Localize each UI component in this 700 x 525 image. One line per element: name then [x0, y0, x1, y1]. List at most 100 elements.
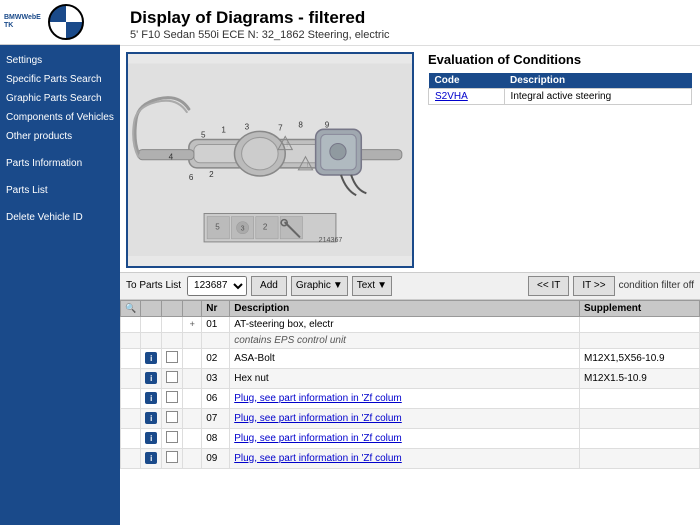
- info-icon[interactable]: i: [145, 432, 157, 444]
- row-supplement: [580, 388, 700, 408]
- row-search: [121, 388, 141, 408]
- row-search: [121, 316, 141, 332]
- info-icon[interactable]: i: [145, 392, 157, 404]
- expand-icon[interactable]: +: [187, 319, 197, 329]
- info-icon[interactable]: i: [145, 412, 157, 424]
- sidebar-item-parts-information[interactable]: Parts Information: [0, 154, 120, 173]
- sidebar-item-delete-vehicle-id[interactable]: Delete Vehicle ID: [0, 208, 120, 227]
- part-info-link[interactable]: Plug, see part information in 'Zf colum: [234, 413, 402, 424]
- row-supplement: [580, 448, 700, 468]
- graphic-label: Graphic: [296, 280, 331, 291]
- row-checkbox[interactable]: [166, 371, 178, 383]
- row-checkbox[interactable]: [166, 451, 178, 463]
- col-nr: Nr: [202, 300, 230, 316]
- sub-nr: [202, 332, 230, 348]
- row-info-icon[interactable]: i: [141, 368, 162, 388]
- row-info-icon[interactable]: i: [141, 408, 162, 428]
- svg-text:8: 8: [298, 120, 303, 129]
- row-info-icon[interactable]: i: [141, 348, 162, 368]
- row-check[interactable]: [162, 388, 183, 408]
- row-check[interactable]: [162, 428, 183, 448]
- search-icon: 🔍: [125, 303, 136, 313]
- eval-code-cell[interactable]: S2VHA: [429, 89, 505, 105]
- row-description: Hex nut: [230, 368, 580, 388]
- sidebar-item-other-products[interactable]: Other products: [0, 127, 120, 146]
- sub-search: [121, 332, 141, 348]
- svg-text:2: 2: [263, 223, 268, 232]
- text-button[interactable]: Text ▼: [352, 276, 392, 296]
- row-checkbox[interactable]: [166, 351, 178, 363]
- sidebar-item-parts-list[interactable]: Parts List: [0, 181, 120, 200]
- evaluation-title: Evaluation of Conditions: [428, 52, 692, 67]
- sidebar-item-settings[interactable]: Settings: [0, 51, 120, 70]
- row-description[interactable]: Plug, see part information in 'Zf colum: [230, 408, 580, 428]
- svg-text:7: 7: [278, 123, 283, 132]
- parts-list-select[interactable]: 123687: [187, 276, 247, 296]
- graphic-dropdown-icon: ▼: [333, 280, 343, 291]
- row-nr: 07: [202, 408, 230, 428]
- row-search: [121, 428, 141, 448]
- sidebar-item-graphic-parts-search[interactable]: Graphic Parts Search: [0, 89, 120, 108]
- row-plus: [183, 408, 202, 428]
- row-checkbox[interactable]: [166, 431, 178, 443]
- row-check[interactable]: [162, 348, 183, 368]
- part-info-link[interactable]: Plug, see part information in 'Zf colum: [234, 453, 402, 464]
- row-check[interactable]: [162, 448, 183, 468]
- next-it-button[interactable]: IT >>: [573, 276, 614, 296]
- svg-text:!: !: [307, 162, 309, 169]
- graphic-button[interactable]: Graphic ▼: [291, 276, 348, 296]
- add-button[interactable]: Add: [251, 276, 287, 296]
- row-supplement: M12X1.5-10.9: [580, 368, 700, 388]
- sub-info: [141, 332, 162, 348]
- evaluation-table: Code Description S2VHA Integral active s…: [428, 73, 692, 105]
- part-info-link[interactable]: Plug, see part information in 'Zf colum: [234, 393, 402, 404]
- row-plus[interactable]: +: [183, 316, 202, 332]
- table-row: + 01 AT-steering box, electr: [121, 316, 700, 332]
- prev-it-button[interactable]: << IT: [528, 276, 569, 296]
- row-supplement: [580, 408, 700, 428]
- row-checkbox[interactable]: [166, 411, 178, 423]
- info-icon[interactable]: i: [145, 452, 157, 464]
- svg-text:5: 5: [215, 223, 220, 232]
- sidebar-item-components-of-vehicles[interactable]: Components of Vehicles: [0, 108, 120, 127]
- col-info: [141, 300, 162, 316]
- row-description[interactable]: Plug, see part information in 'Zf colum: [230, 428, 580, 448]
- row-plus: [183, 348, 202, 368]
- row-checkbox[interactable]: [166, 391, 178, 403]
- col-plus: [183, 300, 202, 316]
- row-plus: [183, 428, 202, 448]
- row-nr: 03: [202, 368, 230, 388]
- sidebar-item-specific-parts-search[interactable]: Specific Parts Search: [0, 70, 120, 89]
- row-plus: [183, 448, 202, 468]
- bmw-etk-logo: BMWWebETK: [4, 14, 44, 29]
- diagram-panel: 5 1 3 7 8 9 6 2 4 !: [120, 46, 420, 272]
- eval-desc-cell: Integral active steering: [504, 89, 691, 105]
- row-nr: 08: [202, 428, 230, 448]
- row-description[interactable]: Plug, see part information in 'Zf colum: [230, 448, 580, 468]
- row-info-icon[interactable]: i: [141, 388, 162, 408]
- svg-text:3: 3: [245, 122, 250, 131]
- row-nr: 06: [202, 388, 230, 408]
- info-icon[interactable]: i: [145, 372, 157, 384]
- row-check[interactable]: [162, 408, 183, 428]
- condition-filter-text: condition filter off: [619, 280, 694, 291]
- row-check[interactable]: [162, 368, 183, 388]
- svg-text:214367: 214367: [319, 236, 343, 244]
- table-row: i 03 Hex nut M12X1.5-10.9: [121, 368, 700, 388]
- row-description[interactable]: Plug, see part information in 'Zf colum: [230, 388, 580, 408]
- row-search: [121, 448, 141, 468]
- row-info-icon[interactable]: i: [141, 428, 162, 448]
- sidebar: BMWWebETK Settings Specific Parts Search…: [0, 0, 120, 525]
- part-info-link[interactable]: Plug, see part information in 'Zf colum: [234, 433, 402, 444]
- row-info-icon[interactable]: i: [141, 448, 162, 468]
- row-nr: 01: [202, 316, 230, 332]
- row-supplement: [580, 428, 700, 448]
- diagram-image[interactable]: 5 1 3 7 8 9 6 2 4 !: [126, 52, 414, 268]
- toolbar-row: To Parts List 123687 Add Graphic ▼ Text …: [120, 272, 700, 300]
- row-nr: 09: [202, 448, 230, 468]
- col-supplement: Supplement: [580, 300, 700, 316]
- col-search: 🔍: [121, 300, 141, 316]
- sidebar-nav: Settings Specific Parts Search Graphic P…: [0, 45, 120, 525]
- svg-text:1: 1: [221, 125, 226, 134]
- info-icon[interactable]: i: [145, 352, 157, 364]
